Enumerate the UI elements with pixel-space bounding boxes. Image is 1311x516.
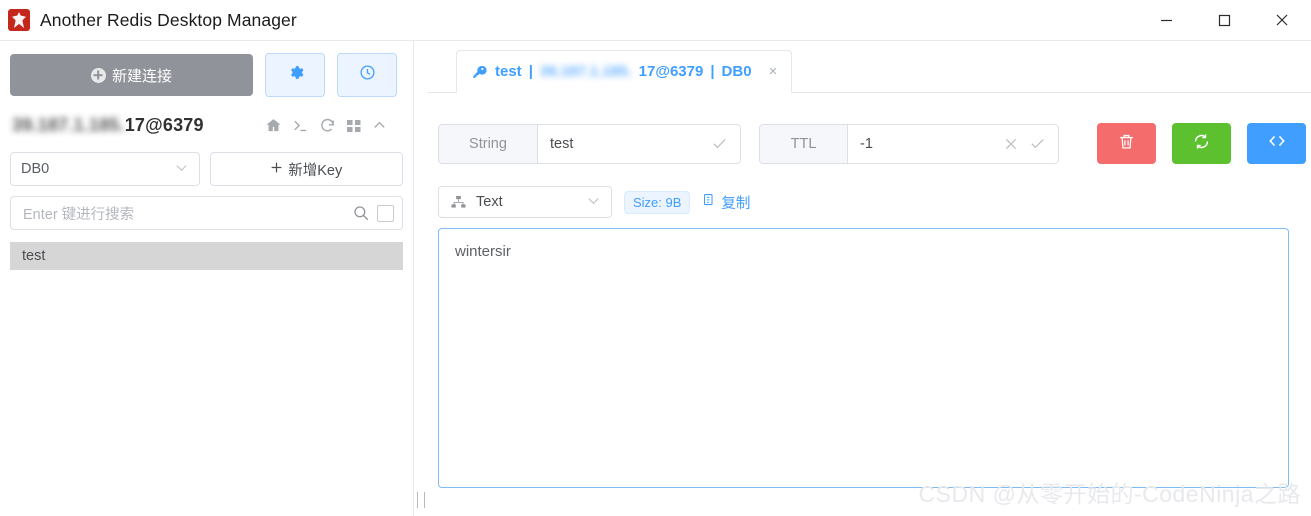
ttl-input[interactable]: -1 — [847, 123, 1059, 164]
size-badge: Size: 9B — [624, 190, 691, 214]
title-bar: Another Redis Desktop Manager — [0, 0, 1311, 41]
new-connection-label: 新建连接 — [111, 67, 172, 85]
panel-splitter[interactable] — [414, 41, 428, 516]
clock-icon — [359, 64, 376, 86]
close-icon[interactable] — [1003, 136, 1019, 152]
refresh-icon — [1192, 132, 1211, 156]
server-host-visible: 17@6379 — [124, 115, 204, 135]
viewer-toolbar: Text Size: 9B 复制 — [428, 164, 1311, 218]
maximize-icon[interactable] — [1195, 0, 1253, 40]
tab-key-name: test — [495, 63, 522, 80]
ttl-value: -1 — [860, 135, 873, 152]
copy-button[interactable]: 复制 — [702, 192, 750, 213]
database-select-value: DB0 — [21, 161, 50, 177]
search-exact-checkbox[interactable] — [377, 204, 394, 222]
key-type-label: String — [438, 123, 537, 164]
tab-separator-2: | — [710, 63, 715, 80]
sidebar: 新建连接 39.187.1.185. 17@6379 DB0 新增Key Ent… — [0, 41, 414, 516]
key-name-group: String test — [438, 123, 741, 164]
plus-circle-icon — [90, 67, 106, 83]
key-label: test — [22, 248, 46, 264]
window-controls — [1137, 0, 1311, 40]
history-button[interactable] — [337, 53, 397, 97]
tab-host-visible: 17@6379 — [638, 63, 704, 80]
tab-test-key[interactable]: test | 39.187.1.185. 17@6379 | DB0 × — [456, 50, 793, 93]
search-input[interactable]: Enter 键进行搜索 — [10, 196, 403, 230]
server-tools — [265, 117, 401, 134]
add-key-button[interactable]: 新增Key — [209, 152, 403, 186]
tab-host-blurred: 39.187.1.185. — [539, 63, 632, 80]
ttl-label: TTL — [759, 123, 847, 164]
key-name-value: test — [550, 135, 574, 152]
connection-toolbar: 新建连接 — [0, 41, 413, 97]
plus-icon — [270, 161, 283, 178]
new-connection-button[interactable]: 新建连接 — [10, 54, 253, 96]
chevron-down-icon — [174, 160, 189, 179]
tab-bar: test | 39.187.1.185. 17@6379 | DB0 × — [428, 41, 1311, 93]
app-title: Another Redis Desktop Manager — [40, 9, 297, 30]
refresh-key-button[interactable] — [1172, 123, 1231, 164]
home-icon[interactable] — [265, 117, 282, 134]
server-name[interactable]: 39.187.1.185. 17@6379 — [12, 115, 204, 136]
tab-db: DB0 — [721, 63, 752, 80]
refresh-icon[interactable] — [319, 117, 336, 134]
delete-key-button[interactable] — [1097, 123, 1156, 164]
tree-icon — [451, 195, 466, 210]
search-row: Enter 键进行搜索 — [0, 186, 413, 230]
main-panel: test | 39.187.1.185. 17@6379 | DB0 × Stri… — [428, 41, 1311, 516]
search-placeholder: Enter 键进行搜索 — [23, 206, 135, 223]
key-header: String test TTL -1 — [428, 93, 1311, 164]
format-select[interactable]: Text — [438, 186, 612, 218]
redis-logo-icon — [8, 9, 30, 31]
code-icon — [1267, 131, 1287, 156]
list-item[interactable]: test — [10, 242, 403, 270]
tab-separator-1: | — [528, 63, 533, 80]
format-select-value: Text — [476, 194, 503, 210]
app-body: 新建连接 39.187.1.185. 17@6379 DB0 新增Key Ent… — [0, 41, 1311, 516]
key-list: test — [0, 230, 413, 270]
server-host-blurred: 39.187.1.185. — [12, 115, 125, 135]
copy-icon — [702, 193, 717, 212]
check-icon[interactable] — [1029, 135, 1046, 152]
tab-close-icon[interactable]: × — [769, 63, 778, 80]
copy-label: 复制 — [721, 195, 751, 212]
database-select[interactable]: DB0 — [10, 152, 200, 186]
key-icon — [472, 64, 488, 80]
ttl-group: TTL -1 — [759, 123, 1059, 164]
key-action-buttons — [1097, 123, 1306, 164]
key-name-input[interactable]: test — [537, 123, 741, 164]
server-row: 39.187.1.185. 17@6379 — [0, 97, 413, 136]
chevron-up-icon[interactable] — [372, 118, 387, 133]
splitter-handle-icon[interactable] — [417, 492, 425, 508]
trash-icon — [1117, 132, 1136, 156]
gear-icon — [287, 64, 304, 86]
minimize-icon[interactable] — [1137, 0, 1195, 40]
add-key-label: 新增Key — [288, 162, 343, 179]
console-icon[interactable] — [292, 117, 309, 134]
settings-button[interactable] — [265, 53, 325, 97]
close-icon[interactable] — [1253, 0, 1311, 40]
database-row: DB0 新增Key — [0, 136, 413, 186]
grid-icon[interactable] — [346, 118, 362, 134]
search-icon[interactable] — [352, 204, 370, 222]
value-text: wintersir — [455, 243, 511, 260]
code-view-button[interactable] — [1247, 123, 1306, 164]
check-icon[interactable] — [711, 135, 728, 152]
value-textarea[interactable]: wintersir — [438, 228, 1289, 488]
chevron-down-icon — [586, 193, 601, 212]
